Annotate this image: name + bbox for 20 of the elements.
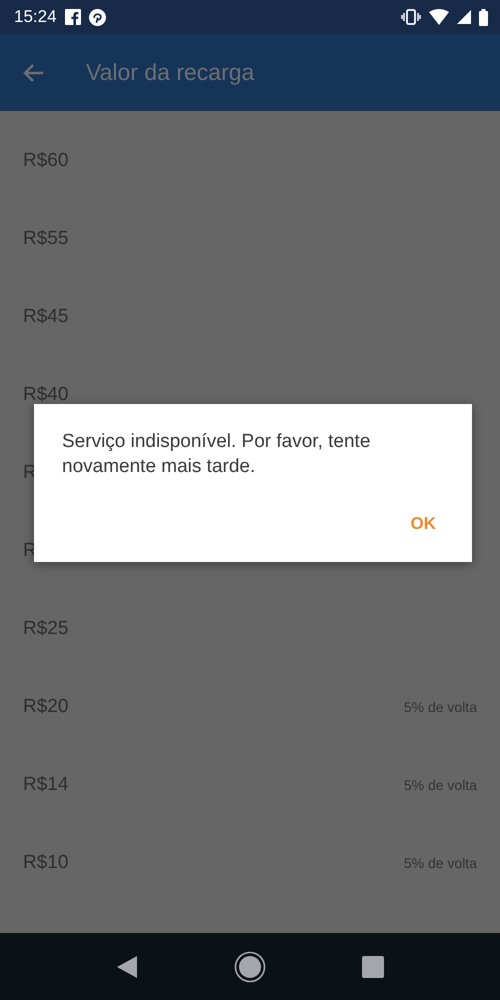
wifi-icon [429,9,449,25]
ok-button[interactable]: OK [402,504,444,542]
amount-label[interactable]: R$20 [23,692,68,722]
recents-icon[interactable] [362,956,384,978]
pinterest-icon [88,8,106,26]
vibrate-icon [401,9,421,25]
amount-label[interactable]: R$10 [23,848,68,878]
status-time: 15:24 [14,6,57,28]
dialog-message: Serviço indisponível. Por favor, tente novamente mais tarde. [62,430,372,479]
battery-icon [479,8,488,26]
screen-title: Valor da recarga [86,58,254,88]
signal-icon [457,10,471,24]
facebook-icon [64,9,81,25]
amount-label[interactable]: R$25 [23,614,68,644]
home-icon[interactable] [234,950,266,982]
amount-label[interactable]: R$55 [23,224,68,254]
back-icon[interactable] [116,954,138,978]
amount-label[interactable]: R$45 [23,302,68,332]
amount-label[interactable]: R$60 [23,146,68,176]
amount-label[interactable]: R$14 [23,770,68,800]
